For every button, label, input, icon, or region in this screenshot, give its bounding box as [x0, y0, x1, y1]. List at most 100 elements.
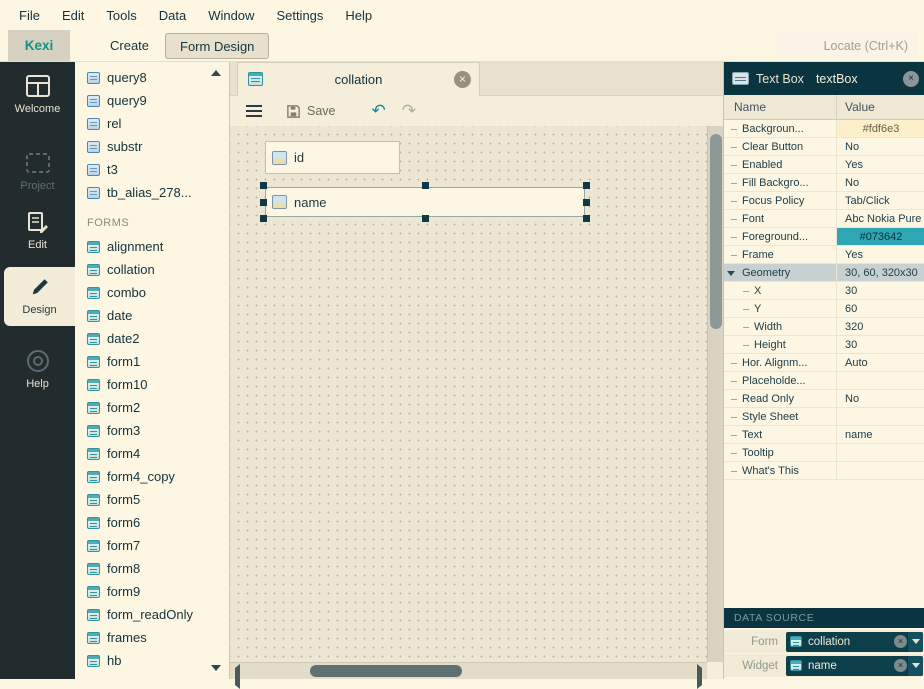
property-value[interactable]: Abc Nokia Pure Tex [836, 210, 924, 227]
sidebar-item-help[interactable]: Help [0, 349, 75, 390]
property-value[interactable]: Tab/Click [836, 192, 924, 209]
nav-item-query8[interactable]: query8 [75, 66, 229, 89]
selection-handle[interactable] [422, 215, 429, 222]
property-value[interactable] [836, 444, 924, 461]
nav-item-hb[interactable]: hb [75, 649, 229, 672]
property-name-cell[interactable]: Width [724, 318, 836, 335]
property-name-cell[interactable]: X [724, 282, 836, 299]
property-value[interactable]: No [836, 390, 924, 407]
nav-item-form6[interactable]: form6 [75, 511, 229, 534]
menu-item-settings[interactable]: Settings [265, 4, 334, 27]
property-value[interactable] [836, 408, 924, 425]
property-name-cell[interactable]: Placeholde... [724, 372, 836, 389]
widget-combobox[interactable]: name × [786, 656, 923, 676]
clear-icon[interactable]: × [894, 659, 907, 672]
nav-item-substr[interactable]: substr [75, 135, 229, 158]
property-name-cell[interactable]: Focus Policy [724, 192, 836, 209]
property-value[interactable]: 60 [836, 300, 924, 317]
textbox-widget-name[interactable]: name [265, 187, 585, 217]
sidebar-item-project[interactable]: Project [0, 151, 75, 192]
property-row-height[interactable]: Height30 [724, 336, 924, 354]
sidebar-item-design[interactable]: Design [4, 267, 75, 326]
menu-item-file[interactable]: File [8, 4, 51, 27]
tab-kexi[interactable]: Kexi [8, 30, 70, 61]
property-name-cell[interactable]: Style Sheet [724, 408, 836, 425]
property-value[interactable]: #fdf6e3 [836, 120, 924, 137]
selection-handle[interactable] [583, 182, 590, 189]
menu-item-help[interactable]: Help [334, 4, 383, 27]
selection-handle[interactable] [583, 199, 590, 206]
property-row-read-only[interactable]: Read OnlyNo [724, 390, 924, 408]
save-button[interactable]: Save [286, 104, 336, 119]
property-row-backgroun[interactable]: Backgroun...#fdf6e3 [724, 120, 924, 138]
property-value[interactable]: Yes [836, 156, 924, 173]
property-row-y[interactable]: Y60 [724, 300, 924, 318]
nav-item-query9[interactable]: query9 [75, 89, 229, 112]
nav-item-form5[interactable]: form5 [75, 488, 229, 511]
property-value[interactable]: No [836, 138, 924, 155]
property-row-font[interactable]: FontAbc Nokia Pure Tex [724, 210, 924, 228]
nav-item-form-readonly[interactable]: form_readOnly [75, 603, 229, 626]
sidebar-item-welcome[interactable]: Welcome [0, 74, 75, 115]
document-tab-collation[interactable]: collation × [237, 62, 480, 96]
dropdown-arrow-icon[interactable] [907, 656, 923, 676]
clear-icon[interactable]: × [894, 635, 907, 648]
selection-handle[interactable] [260, 215, 267, 222]
selection-handle[interactable] [260, 199, 267, 206]
clear-icon[interactable]: × [903, 71, 919, 87]
property-row-focus-policy[interactable]: Focus PolicyTab/Click [724, 192, 924, 210]
form-combobox[interactable]: collation × [786, 632, 923, 652]
nav-item-form3[interactable]: form3 [75, 419, 229, 442]
chevron-down-icon[interactable] [727, 271, 735, 276]
property-row-tooltip[interactable]: Tooltip [724, 444, 924, 462]
menu-item-edit[interactable]: Edit [51, 4, 95, 27]
property-value[interactable]: 30 [836, 282, 924, 299]
sidebar-item-edit[interactable]: Edit [0, 210, 75, 251]
nav-item-form9[interactable]: form9 [75, 580, 229, 603]
property-row-frame[interactable]: FrameYes [724, 246, 924, 264]
property-name-cell[interactable]: Hor. Alignm... [724, 354, 836, 371]
locate-search-input[interactable]: Locate (Ctrl+K) [776, 32, 918, 59]
property-row-x[interactable]: X30 [724, 282, 924, 300]
property-value[interactable] [836, 372, 924, 389]
nav-item-form4[interactable]: form4 [75, 442, 229, 465]
selection-handle[interactable] [583, 215, 590, 222]
property-name-cell[interactable]: Foreground... [724, 228, 836, 245]
property-name-cell[interactable]: Read Only [724, 390, 836, 407]
property-name-cell[interactable]: Fill Backgro... [724, 174, 836, 191]
property-value[interactable]: No [836, 174, 924, 191]
property-value[interactable] [836, 462, 924, 479]
property-name-cell[interactable]: Font [724, 210, 836, 227]
nav-item-form2[interactable]: form2 [75, 396, 229, 419]
scrollbar-thumb[interactable] [710, 134, 722, 329]
property-name-cell[interactable]: Height [724, 336, 836, 353]
textbox-widget-id[interactable]: id [265, 141, 400, 174]
property-value[interactable]: Yes [836, 246, 924, 263]
scrollbar-thumb[interactable] [310, 665, 462, 677]
property-row-width[interactable]: Width320 [724, 318, 924, 336]
scroll-up-icon[interactable] [209, 67, 223, 79]
property-value[interactable]: Auto [836, 354, 924, 371]
menu-item-data[interactable]: Data [148, 4, 197, 27]
property-name-cell[interactable]: Clear Button [724, 138, 836, 155]
nav-item-form10[interactable]: form10 [75, 373, 229, 396]
menu-item-tools[interactable]: Tools [95, 4, 147, 27]
property-row-hor-alignm[interactable]: Hor. Alignm...Auto [724, 354, 924, 372]
undo-button[interactable]: ↶ [372, 103, 386, 120]
property-name-cell[interactable]: Text [724, 426, 836, 443]
property-value[interactable]: 30, 60, 320x30 [836, 264, 924, 281]
selection-handle[interactable] [422, 182, 429, 189]
nav-item-tb-alias-278[interactable]: tb_alias_278... [75, 181, 229, 204]
property-row-enabled[interactable]: EnabledYes [724, 156, 924, 174]
nav-item-combo[interactable]: combo [75, 281, 229, 304]
tab-form-design[interactable]: Form Design [165, 33, 269, 59]
vertical-scrollbar[interactable] [707, 126, 723, 662]
object-name-field[interactable]: textBox [816, 72, 903, 86]
nav-item-date2[interactable]: date2 [75, 327, 229, 350]
redo-button[interactable]: ↷ [402, 103, 416, 120]
property-value[interactable]: name [836, 426, 924, 443]
menu-item-window[interactable]: Window [197, 4, 265, 27]
scroll-down-icon[interactable] [209, 662, 223, 674]
scroll-left-icon[interactable] [235, 668, 240, 686]
property-row-placeholde[interactable]: Placeholde... [724, 372, 924, 390]
